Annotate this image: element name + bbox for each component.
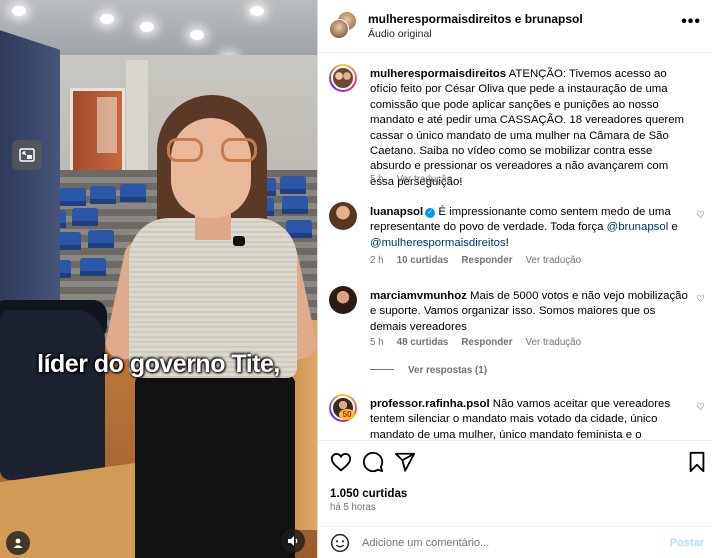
- comment-text: ATENÇÃO: Tivemos acesso ao ofício feito …: [370, 68, 685, 188]
- reply-button[interactable]: Responder: [461, 337, 512, 348]
- like-comment-heart-icon[interactable]: ♡: [696, 210, 705, 221]
- view-replies-button[interactable]: Ver respostas (1): [370, 365, 487, 376]
- comment-username[interactable]: professor.rafinha.psol: [370, 398, 490, 410]
- post-likes[interactable]: 1.050 curtidas: [330, 487, 407, 500]
- lapel-mic: [233, 236, 245, 246]
- reel-video[interactable]: líder do governo Tite,: [0, 0, 317, 558]
- more-options-icon[interactable]: •••: [681, 13, 701, 31]
- audio-link[interactable]: Áudio original: [368, 28, 432, 40]
- avatar[interactable]: 50: [329, 394, 357, 422]
- comment-likes[interactable]: 10 curtidas: [397, 255, 449, 266]
- reply-button[interactable]: Responder: [461, 255, 512, 266]
- emoji-icon[interactable]: [330, 533, 350, 553]
- collab-avatars[interactable]: [329, 11, 357, 39]
- like-comment-heart-icon[interactable]: ♡: [696, 294, 705, 305]
- translate-link[interactable]: Ver tradução: [526, 255, 582, 266]
- comment-username[interactable]: luanapsol: [370, 206, 423, 218]
- comment-time: 5 h: [370, 174, 384, 185]
- speaker: [102, 90, 317, 558]
- picture-in-picture-icon[interactable]: [12, 140, 42, 170]
- office-chair: [0, 310, 105, 480]
- post-authors[interactable]: mulherespormaisdireitos e brunapsol: [368, 12, 583, 26]
- avatar[interactable]: [329, 286, 357, 314]
- add-comment-bar: Postar: [318, 526, 712, 558]
- like-heart-icon[interactable]: [330, 451, 352, 473]
- avatar-badge: 50: [339, 409, 355, 420]
- verified-badge-icon: ✓: [425, 208, 436, 218]
- post-time[interactable]: há 5 horas: [330, 502, 376, 513]
- audio-icon[interactable]: [281, 529, 305, 553]
- instagram-post-modal: líder do governo Tite, mulherespormaisdi…: [0, 0, 712, 558]
- comment-time: 5 h: [370, 337, 384, 348]
- translate-link[interactable]: Ver tradução: [397, 174, 453, 185]
- mention-link[interactable]: @brunapsol: [607, 221, 669, 233]
- bookmark-icon[interactable]: [686, 451, 708, 473]
- comment-bubble-icon[interactable]: [362, 451, 384, 473]
- comments-list[interactable]: mulherespormaisdireitos ATENÇÃO: Tivemos…: [318, 54, 712, 440]
- comment-input[interactable]: [362, 537, 622, 549]
- comment-username[interactable]: marciamvmunhoz: [370, 290, 467, 302]
- mention-link[interactable]: @mulherespormaisdireitos: [370, 237, 506, 249]
- comment-username[interactable]: mulherespormaisdireitos: [370, 68, 506, 80]
- post-header: mulherespormaisdireitos e brunapsol Áudi…: [318, 0, 712, 53]
- video-caption: líder do governo Tite,: [37, 350, 280, 378]
- avatar[interactable]: [329, 64, 357, 92]
- post-actions: 1.050 curtidas há 5 horas: [318, 440, 712, 524]
- avatar[interactable]: [329, 202, 357, 230]
- like-comment-heart-icon[interactable]: ♡: [696, 402, 705, 413]
- post-comment-button[interactable]: Postar: [670, 537, 704, 549]
- comment-time: 2 h: [370, 255, 384, 266]
- user-tag-icon[interactable]: [6, 531, 30, 555]
- post-details-panel: mulherespormaisdireitos e brunapsol Áudi…: [317, 0, 712, 558]
- share-send-icon[interactable]: [394, 451, 416, 473]
- comment-likes[interactable]: 48 curtidas: [397, 337, 449, 348]
- translate-link[interactable]: Ver tradução: [526, 337, 582, 348]
